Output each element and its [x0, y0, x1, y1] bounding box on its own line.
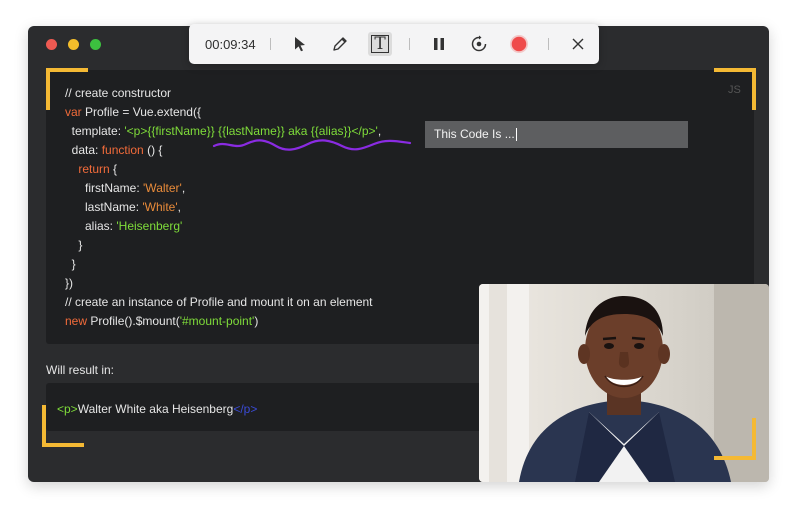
webcam-toggle-icon	[471, 35, 487, 52]
code-token: return	[78, 162, 110, 176]
pause-icon	[434, 38, 444, 50]
code-token: ,	[377, 124, 382, 138]
code-token: Profile().$mount(	[87, 314, 180, 328]
code-token: })	[65, 276, 74, 290]
text-tool-icon: T	[371, 35, 389, 53]
pen-tool-button[interactable]	[328, 32, 352, 56]
record-icon	[510, 35, 528, 53]
code-line: // create constructor	[65, 84, 381, 103]
code-token: 'Heisenberg'	[116, 219, 183, 233]
code-token: 'White'	[142, 200, 178, 214]
squiggle-annotation	[212, 139, 412, 151]
record-button[interactable]	[507, 32, 531, 56]
code-token: alias:	[65, 219, 117, 233]
code-token: '<p>{{firstName}} {{lastName}} aka {{ali…	[124, 124, 378, 138]
window-close-dot[interactable]	[46, 39, 57, 50]
code-line: // create an instance of Profile and mou…	[65, 293, 381, 312]
code-line: var Profile = Vue.extend({	[65, 103, 381, 122]
pen-icon	[333, 37, 347, 51]
result-text: Walter White aka Heisenberg	[77, 402, 234, 416]
code-line: firstName: 'Walter',	[65, 179, 381, 198]
code-line: return {	[65, 160, 381, 179]
code-token: template:	[65, 124, 125, 138]
window-zoom-dot[interactable]	[90, 39, 101, 50]
toolbar-divider	[409, 38, 410, 50]
result-close-tag: </p>	[233, 402, 258, 416]
recording-toolbar: 00:09:34 T	[189, 24, 599, 64]
code-block: // create constructor var Profile = Vue.e…	[65, 84, 381, 331]
code-token: 'Walter'	[143, 181, 182, 195]
text-tool-button[interactable]: T	[368, 32, 392, 56]
code-token: data:	[65, 143, 102, 157]
code-line: alias: 'Heisenberg'	[65, 217, 381, 236]
result-code: <p>Walter White aka Heisenberg</p>	[57, 402, 257, 416]
toolbar-divider	[548, 38, 549, 50]
code-line: }	[65, 255, 381, 274]
code-line: }	[65, 236, 381, 255]
capture-corner-bottom-right[interactable]	[714, 418, 756, 460]
window-minimize-dot[interactable]	[68, 39, 79, 50]
capture-corner-top-left[interactable]	[46, 68, 88, 110]
cursor-tool-button[interactable]	[288, 32, 312, 56]
code-token: firstName:	[65, 181, 144, 195]
text-annotation-input[interactable]: This Code Is ...	[425, 121, 688, 148]
code-token: )	[254, 314, 259, 328]
code-token: }	[65, 257, 76, 271]
code-token: ,	[181, 181, 186, 195]
close-toolbar-button[interactable]	[566, 32, 590, 56]
pause-button[interactable]	[427, 32, 451, 56]
code-token: }	[65, 238, 83, 252]
capture-corner-bottom-left[interactable]	[42, 405, 84, 447]
code-token: function	[101, 143, 144, 157]
toolbar-divider	[270, 38, 271, 50]
close-icon	[572, 38, 584, 50]
code-token: new	[65, 314, 88, 328]
code-line: new Profile().$mount('#mount-point')	[65, 312, 381, 331]
code-token: {	[109, 162, 118, 176]
code-line: })	[65, 274, 381, 293]
code-token: Profile = Vue.extend({	[81, 105, 201, 119]
webcam-toggle-button[interactable]	[467, 32, 491, 56]
capture-corner-top-right[interactable]	[714, 68, 756, 110]
code-token: '#mount-point'	[179, 314, 255, 328]
result-label: Will result in:	[46, 363, 115, 377]
code-token: // create an instance of Profile and mou…	[65, 295, 373, 309]
code-line: lastName: 'White',	[65, 198, 381, 217]
recording-timer: 00:09:34	[205, 36, 256, 52]
code-token: ,	[177, 200, 181, 214]
code-token: () {	[143, 143, 163, 157]
cursor-icon	[295, 37, 305, 52]
code-token: lastName:	[65, 200, 143, 214]
text-caret	[515, 128, 517, 142]
